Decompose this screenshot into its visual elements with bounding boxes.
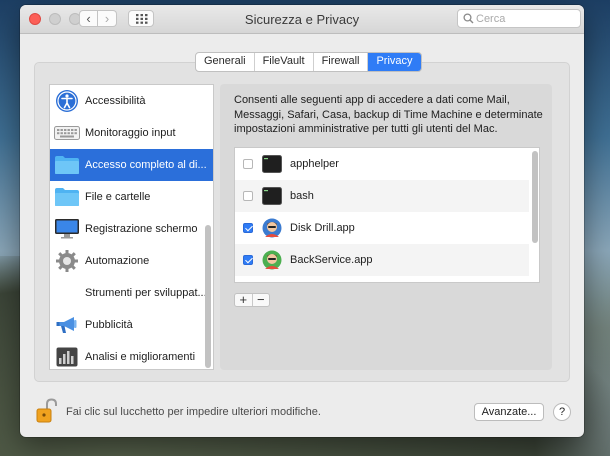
tab-firewall[interactable]: Firewall: [314, 53, 369, 71]
sidebar-item-label: Strumenti per sviluppat...: [85, 287, 207, 299]
sidebar-item-label: Accessibilità: [85, 95, 146, 107]
sidebar-item-label: Analisi e miglioramenti: [85, 351, 196, 363]
gear-icon: [52, 247, 82, 275]
lock-icon[interactable]: [36, 398, 58, 424]
remove-app-button[interactable]: −: [253, 293, 270, 306]
privacy-sidebar: Accessibilità Monitoraggio input Accesso…: [49, 84, 214, 370]
sidebar-item-label: Pubblicità: [85, 319, 133, 331]
megaphone-icon: [52, 311, 82, 339]
sidebar-item-accesso-completo[interactable]: Accesso completo al di...: [50, 149, 213, 181]
keyboard-icon: [52, 119, 82, 147]
app-name: bash: [290, 190, 314, 202]
search-placeholder: Cerca: [476, 13, 506, 25]
help-button[interactable]: ?: [553, 403, 571, 421]
add-app-button[interactable]: +: [235, 293, 253, 306]
sidebar-item-automazione[interactable]: Automazione: [50, 245, 213, 277]
avatar-icon: [262, 250, 282, 270]
app-list-scrollbar[interactable]: [532, 151, 538, 243]
list-item-partial: [235, 276, 529, 282]
sidebar-item-registrazione-schermo[interactable]: Registrazione schermo: [50, 213, 213, 245]
preferences-window: ‹ › Sicurezza e Privacy Cerca Generali F…: [20, 5, 584, 437]
sidebar-item-analisi[interactable]: Analisi e miglioramenti: [50, 341, 213, 369]
sidebar-scrollbar[interactable]: [205, 225, 211, 368]
search-field[interactable]: Cerca: [457, 9, 581, 28]
title-bar: ‹ › Sicurezza e Privacy Cerca: [20, 5, 584, 34]
sidebar-item-accessibilita[interactable]: Accessibilità: [50, 85, 213, 117]
advanced-button[interactable]: Avanzate...: [474, 403, 544, 421]
sidebar-item-file-e-cartelle[interactable]: File e cartelle: [50, 181, 213, 213]
sidebar-item-label: Automazione: [85, 255, 150, 267]
avatar-icon: [262, 218, 282, 238]
sidebar-item-strumenti-sviluppatori[interactable]: Strumenti per sviluppat...: [50, 277, 213, 309]
blank-icon: [52, 279, 82, 307]
app-name: apphelper: [290, 158, 339, 170]
display-icon: [52, 215, 82, 243]
app-checkbox[interactable]: [243, 159, 253, 169]
accessibility-icon: [52, 87, 82, 115]
app-name: Disk Drill.app: [290, 222, 355, 234]
list-item-bash[interactable]: bash: [235, 180, 529, 212]
tab-generali[interactable]: Generali: [196, 53, 255, 71]
chart-icon: [52, 343, 82, 369]
app-checkbox[interactable]: [243, 191, 253, 201]
folder-icon: [52, 151, 82, 179]
folder-icon: [52, 183, 82, 211]
lock-hint: Fai clic sul lucchetto per impedire ulte…: [66, 406, 321, 418]
sidebar-item-label: Accesso completo al di...: [85, 159, 207, 171]
sidebar-item-monitoraggio-input[interactable]: Monitoraggio input: [50, 117, 213, 149]
add-remove-control: + −: [234, 293, 270, 307]
terminal-icon: [262, 187, 282, 205]
sidebar-item-label: Registrazione schermo: [85, 223, 198, 235]
search-icon: [463, 13, 474, 24]
app-checkbox[interactable]: [243, 223, 253, 233]
sidebar-item-label: File e cartelle: [85, 191, 151, 203]
app-checkbox[interactable]: [243, 255, 253, 265]
app-name: BackService.app: [290, 254, 373, 266]
list-item-apphelper[interactable]: apphelper: [235, 148, 529, 180]
tab-filevault[interactable]: FileVault: [255, 53, 314, 71]
sidebar-item-label: Monitoraggio input: [85, 127, 176, 139]
tab-privacy[interactable]: Privacy: [368, 53, 421, 71]
sidebar-item-pubblicita[interactable]: Pubblicità: [50, 309, 213, 341]
terminal-icon: [262, 155, 282, 173]
permission-description: Consenti alle seguenti app di accedere a…: [234, 94, 543, 135]
app-list: apphelper bash Disk Drill.app BackServic…: [234, 147, 540, 283]
tab-bar: Generali FileVault Firewall Privacy: [195, 52, 422, 72]
list-item-backservice[interactable]: BackService.app: [235, 244, 529, 276]
list-item-disk-drill[interactable]: Disk Drill.app: [235, 212, 529, 244]
